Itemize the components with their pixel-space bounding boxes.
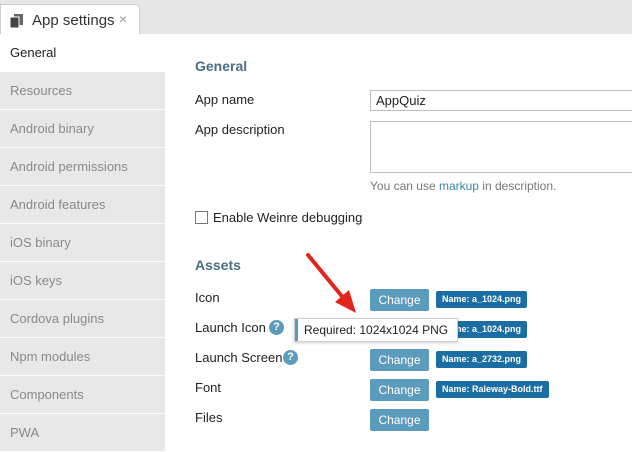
annotation-arrow-icon (306, 253, 356, 313)
